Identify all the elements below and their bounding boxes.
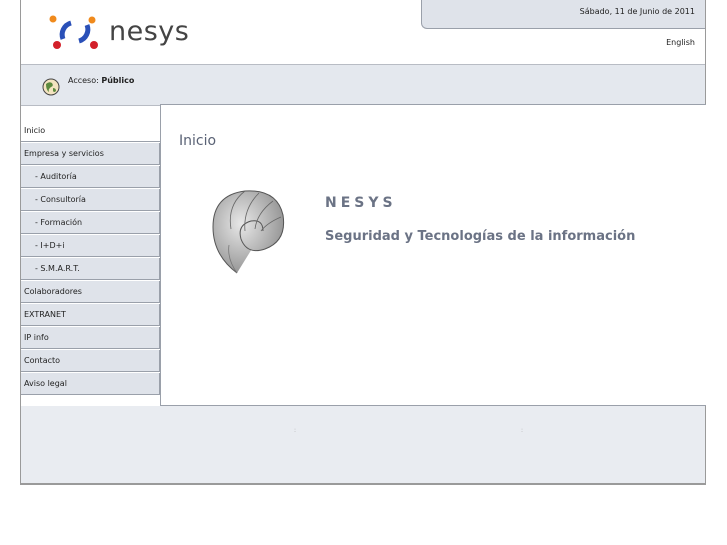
globe-icon	[42, 78, 60, 96]
nav-item-idi[interactable]: - I+D+i	[21, 235, 160, 257]
nav-item-auditoria[interactable]: - Auditoría	[21, 166, 160, 188]
current-date: Sábado, 11 de Junio de 2011	[579, 7, 695, 16]
nav-item-formacion[interactable]: - Formación	[21, 212, 160, 234]
sidebar-nav: Inicio Empresa y servicios - Auditoría -…	[21, 120, 160, 396]
brand-name: nesys	[109, 16, 190, 47]
logo-mark-icon	[49, 15, 98, 49]
access-status: Acceso: Público	[68, 76, 134, 85]
footer-separator: :	[294, 427, 297, 434]
access-bar: Acceso: Público	[21, 65, 705, 106]
access-label: Acceso:	[68, 76, 99, 85]
language-link[interactable]: English	[666, 38, 695, 47]
nav-item-smart[interactable]: - S.M.A.R.T.	[21, 258, 160, 280]
main-content: Inicio NESYS Seguridad y Tecnologías de …	[160, 104, 706, 406]
nav-item-colaboradores[interactable]: Colaboradores	[21, 281, 160, 303]
header: nesys Sábado, 11 de Junio de 2011 Englis…	[21, 0, 705, 65]
nav-item-ip-info[interactable]: IP info	[21, 327, 160, 349]
page-frame: nesys Sábado, 11 de Junio de 2011 Englis…	[20, 0, 706, 485]
page-title: Inicio	[179, 133, 217, 149]
nav-item-contacto[interactable]: Contacto	[21, 350, 160, 372]
date-panel: Sábado, 11 de Junio de 2011	[421, 0, 705, 29]
company-tagline: Seguridad y Tecnologías de la informació…	[325, 229, 636, 244]
footer: : :	[21, 406, 705, 483]
nav-item-empresa[interactable]: Empresa y servicios	[21, 143, 160, 165]
nav-item-extranet[interactable]: EXTRANET	[21, 304, 160, 326]
footer-separator: :	[521, 427, 524, 434]
nav-item-consultoria[interactable]: - Consultoría	[21, 189, 160, 211]
nav-item-aviso-legal[interactable]: Aviso legal	[21, 373, 160, 395]
access-value: Público	[101, 76, 135, 85]
nav-item-inicio[interactable]: Inicio	[21, 120, 160, 142]
company-brand: NESYS	[325, 195, 397, 211]
nautilus-shell-image	[212, 190, 285, 274]
